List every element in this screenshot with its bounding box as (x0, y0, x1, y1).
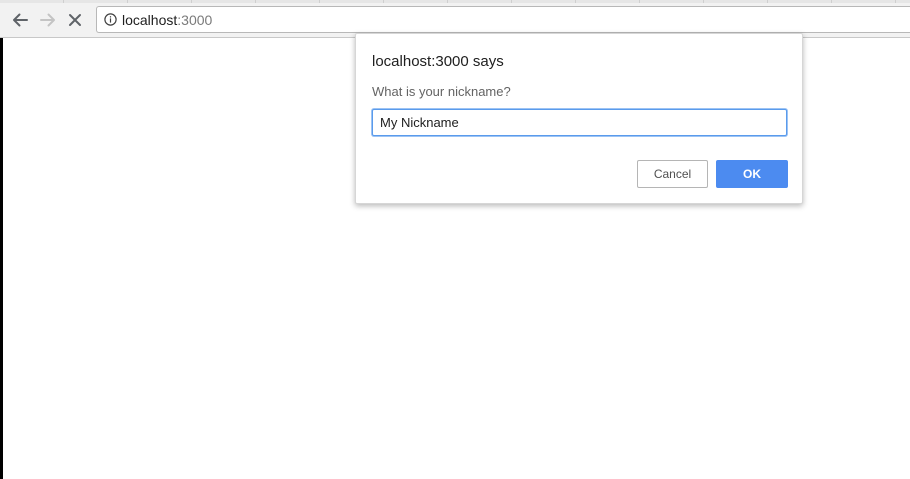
window-edge (0, 38, 3, 479)
url-host: localhost (122, 11, 178, 28)
dialog-message: What is your nickname? (372, 84, 511, 99)
forward-button[interactable] (36, 8, 60, 32)
dialog-title: localhost:3000 says (372, 53, 504, 70)
prompt-dialog: localhost:3000 says What is your nicknam… (355, 33, 803, 204)
stop-button[interactable] (63, 8, 87, 32)
url-text: localhost:3000 (122, 12, 212, 28)
info-icon[interactable] (104, 13, 117, 26)
url-port: :3000 (177, 11, 213, 28)
ok-button[interactable]: OK (716, 160, 788, 188)
arrow-left-icon (13, 13, 28, 27)
cancel-button[interactable]: Cancel (637, 160, 708, 188)
nickname-input[interactable] (372, 109, 787, 136)
address-bar[interactable]: localhost:3000 (96, 6, 910, 33)
back-button[interactable] (8, 8, 32, 32)
close-icon (69, 14, 81, 26)
arrow-right-icon (40, 13, 55, 27)
tab-strip (0, 0, 910, 3)
browser-window: localhost:3000 localhost:3000 says What … (0, 0, 910, 479)
